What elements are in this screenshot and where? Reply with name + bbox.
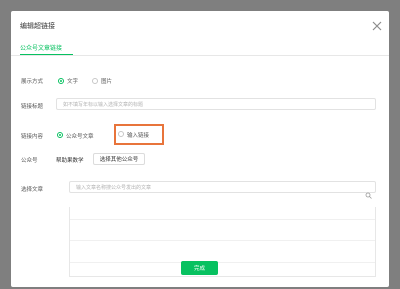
- link-title-label: 链接标题: [21, 104, 44, 110]
- link-content-article-radio[interactable]: [57, 132, 63, 138]
- link-content-article-label: 公众号文章: [66, 134, 94, 140]
- list-divider: [70, 240, 375, 241]
- edit-link-dialog: 编辑超链接 公众号文章链接 展示方式 文字 图片 链接标题 如不填写年标以输入选…: [11, 11, 389, 287]
- official-account-label: 公众号: [21, 158, 38, 164]
- choose-other-account-button[interactable]: 选择其他公众号: [93, 153, 145, 165]
- list-divider: [70, 262, 375, 263]
- tabs-divider: [11, 55, 389, 56]
- display-mode-image-radio[interactable]: [92, 78, 98, 84]
- link-title-input[interactable]: 如不填写年标以输入选择文章的标题: [56, 98, 376, 110]
- display-mode-text-label: 文字: [67, 79, 79, 85]
- list-divider: [70, 219, 375, 220]
- display-mode-image-label: 图片: [101, 79, 113, 85]
- dialog-title: 编辑超链接: [20, 22, 55, 30]
- link-content-label: 链接内容: [21, 134, 44, 140]
- article-search-placeholder: 输入文章名称搜公众号发出的文章: [76, 185, 152, 191]
- search-icon[interactable]: [365, 184, 372, 203]
- display-mode-label: 展示方式: [21, 79, 44, 85]
- close-icon[interactable]: [371, 20, 383, 32]
- link-content-url-radio[interactable]: [118, 131, 124, 137]
- article-list: [69, 207, 376, 277]
- link-title-placeholder: 如不填写年标以输入选择文章的标题: [63, 102, 144, 108]
- tab-article-link[interactable]: 公众号文章链接: [20, 43, 62, 52]
- link-content-url-label[interactable]: 输入链接: [127, 131, 149, 139]
- official-account-name: 帮助果数学: [56, 158, 84, 164]
- display-mode-text-radio[interactable]: [58, 78, 64, 84]
- select-article-label: 选择文章: [21, 187, 44, 193]
- done-button[interactable]: 完成: [181, 261, 218, 275]
- article-search-input[interactable]: 输入文章名称搜公众号发出的文章: [69, 181, 376, 199]
